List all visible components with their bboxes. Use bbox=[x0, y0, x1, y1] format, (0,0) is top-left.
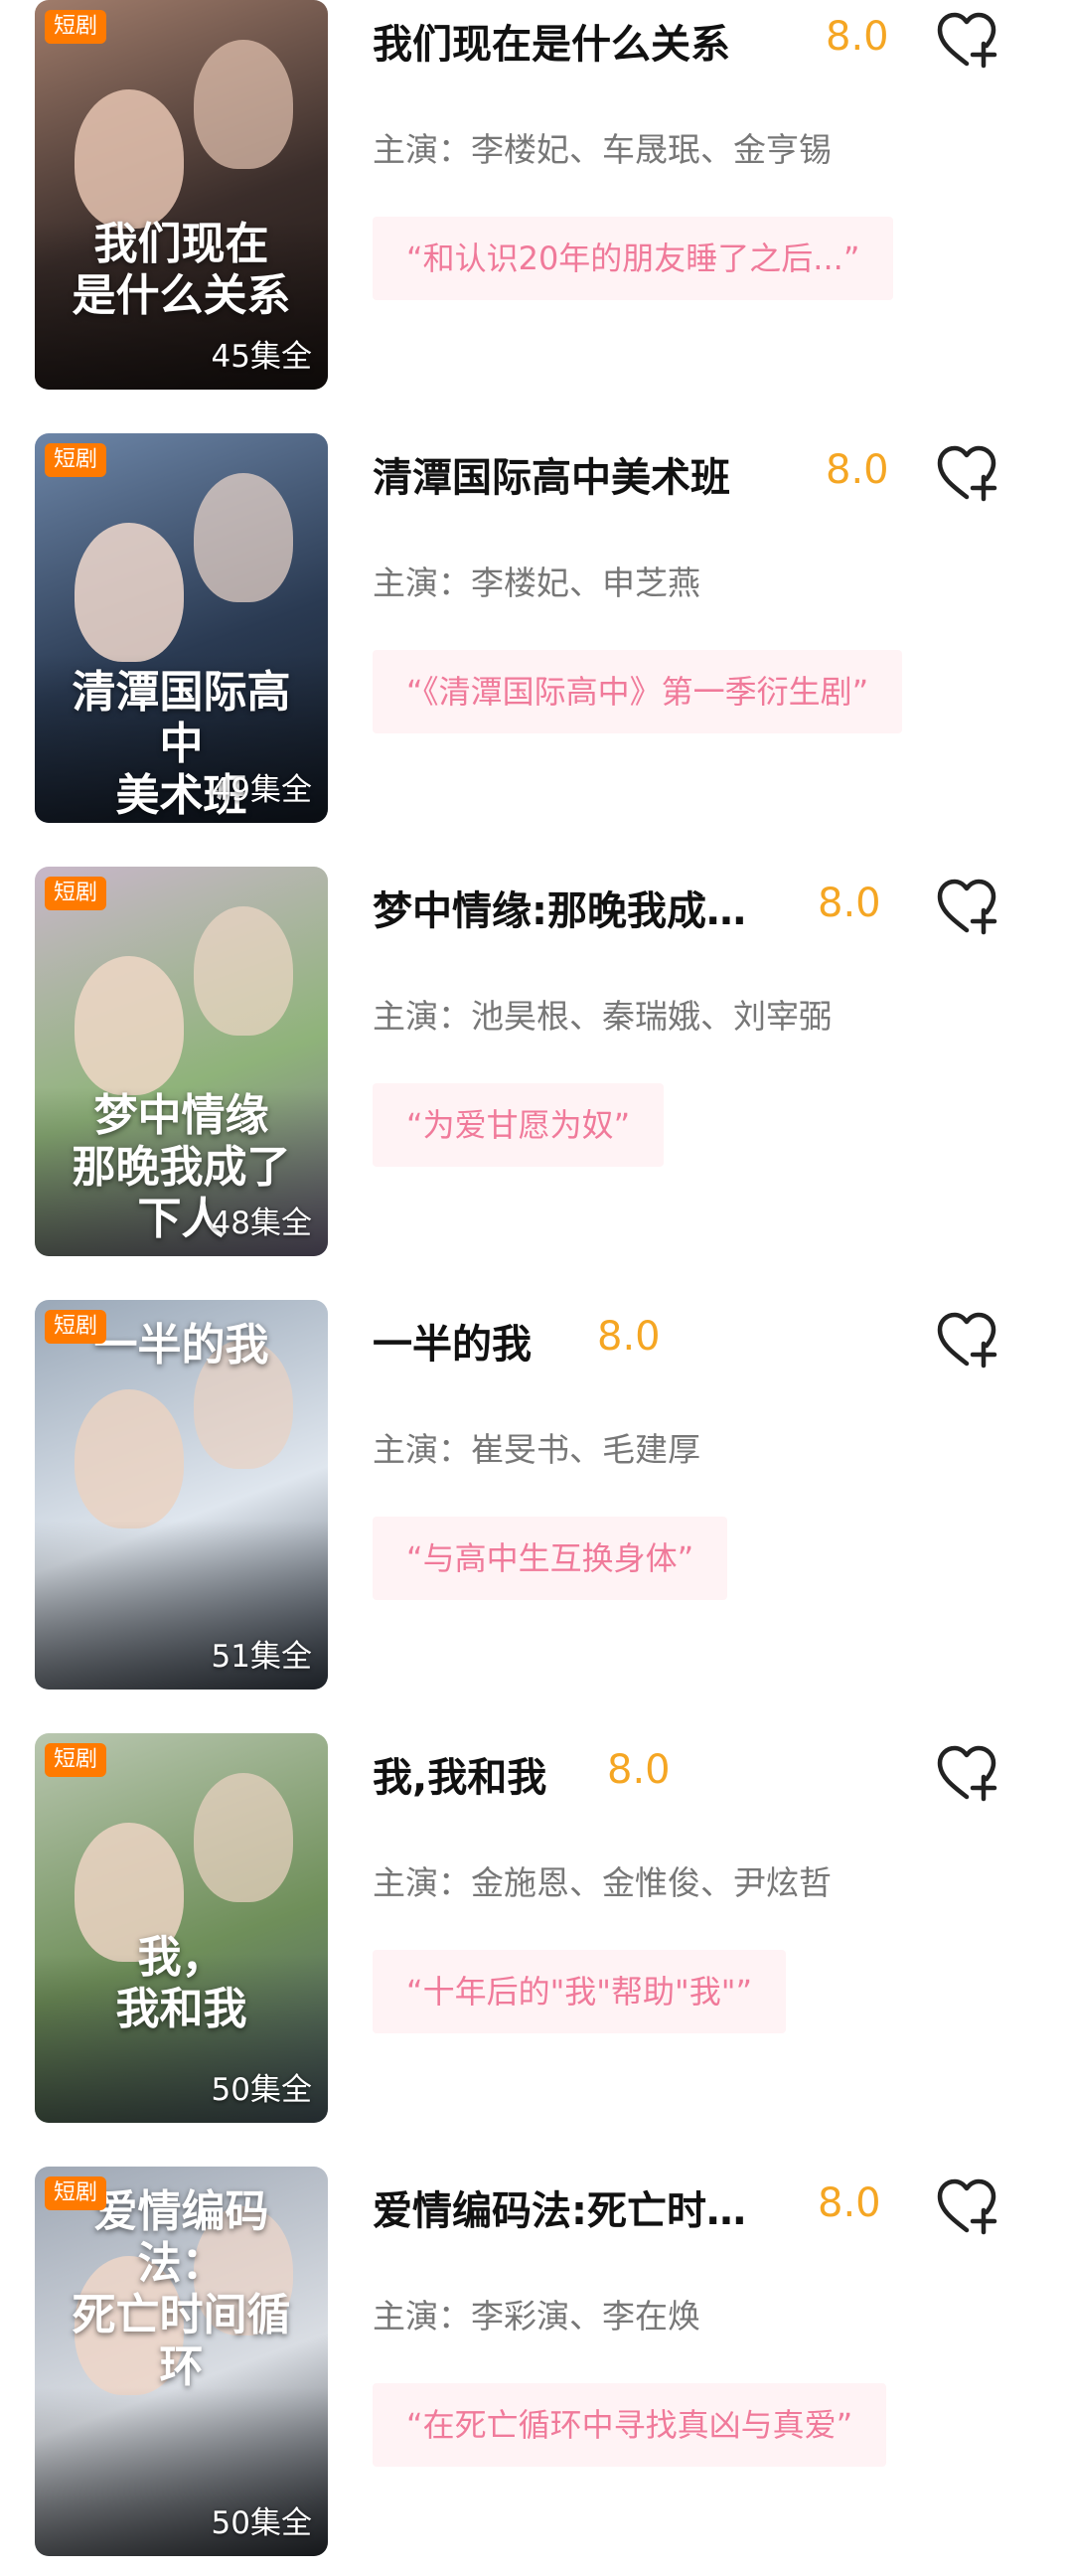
title-row: 一半的我 8.0 bbox=[373, 1300, 1008, 1377]
tagline-quote: “为爱甘愿为奴” bbox=[373, 1083, 665, 1167]
episode-count: 50集全 bbox=[211, 2505, 312, 2541]
poster-character bbox=[194, 473, 293, 602]
add-favorite-heart-icon[interactable] bbox=[934, 877, 999, 936]
poster-character bbox=[75, 89, 184, 229]
cast-text: 主演：李楼妃、申芝燕 bbox=[373, 564, 700, 602]
poster-character bbox=[75, 956, 184, 1095]
poster-character bbox=[194, 1773, 293, 1902]
drama-item[interactable]: 我们现在 是什么关系 短剧 45集全 我们现在是什么关系 8.0 主演：李楼妃、车晟珉、金… bbox=[0, 0, 1069, 390]
tagline-quote: “十年后的"我"帮助"我"” bbox=[373, 1950, 787, 2033]
add-favorite-heart-icon[interactable] bbox=[934, 1743, 999, 1803]
short-drama-badge: 短剧 bbox=[45, 877, 107, 910]
drama-score: 8.0 bbox=[818, 881, 881, 926]
poster-character bbox=[75, 523, 184, 662]
title-row: 我们现在是什么关系 8.0 bbox=[373, 0, 1008, 78]
episode-count: 50集全 bbox=[211, 2072, 312, 2108]
cast-text: 主演：李彩演、李在焕 bbox=[373, 2297, 700, 2335]
drama-title[interactable]: 一半的我 bbox=[373, 1312, 561, 1369]
episode-count: 45集全 bbox=[211, 339, 312, 375]
drama-title[interactable]: 清潭国际高中美术班 bbox=[373, 445, 790, 503]
short-drama-badge: 短剧 bbox=[45, 1310, 107, 1344]
poster-character bbox=[75, 1389, 184, 1529]
tagline-quote: “和认识20年的朋友睡了之后...” bbox=[373, 217, 894, 300]
poster-character bbox=[194, 906, 293, 1036]
poster-title-art: 爱情编码法： 死亡时间循环 bbox=[72, 2186, 291, 2392]
poster-title-art: 我， 我和我 bbox=[115, 1932, 247, 2034]
drama-item[interactable]: 梦中情缘 那晚我成了下人 短剧 48集全 梦中情缘:那晚我成… 8.0 主演：池昊根、秦瑞… bbox=[0, 867, 1069, 1256]
cast-text: 主演：李楼妃、车晟珉、金亨锡 bbox=[373, 130, 832, 169]
drama-title[interactable]: 梦中情缘:那晚我成… bbox=[373, 879, 782, 936]
drama-score: 8.0 bbox=[597, 1314, 661, 1360]
title-row: 梦中情缘:那晚我成… 8.0 bbox=[373, 867, 1008, 944]
drama-score: 8.0 bbox=[607, 1747, 671, 1793]
add-favorite-heart-icon[interactable] bbox=[934, 443, 999, 503]
episode-count: 51集全 bbox=[211, 1639, 312, 1675]
short-drama-badge: 短剧 bbox=[45, 443, 107, 477]
title-row: 清潭国际高中美术班 8.0 bbox=[373, 433, 1008, 511]
drama-poster[interactable]: 我们现在 是什么关系 短剧 45集全 bbox=[35, 0, 328, 390]
short-drama-badge: 短剧 bbox=[45, 10, 107, 44]
drama-poster[interactable]: 爱情编码法： 死亡时间循环 短剧 50集全 bbox=[35, 2167, 328, 2556]
poster-character bbox=[194, 40, 293, 169]
drama-poster[interactable]: 一半的我 短剧 51集全 bbox=[35, 1300, 328, 1690]
cast-text: 主演：崔旻书、毛建厚 bbox=[373, 1430, 700, 1469]
cast-text: 主演：金施恩、金惟俊、尹炫哲 bbox=[373, 1863, 832, 1902]
drama-poster[interactable]: 我， 我和我 短剧 50集全 bbox=[35, 1733, 328, 2123]
short-drama-badge: 短剧 bbox=[45, 1743, 107, 1777]
drama-score: 8.0 bbox=[826, 14, 889, 60]
drama-item[interactable]: 清潭国际高中 美术班 短剧 49集全 清潭国际高中美术班 8.0 主演：李楼妃、申芝燕 “《… bbox=[0, 433, 1069, 823]
drama-title[interactable]: 我们现在是什么关系 bbox=[373, 12, 790, 70]
add-favorite-heart-icon[interactable] bbox=[934, 2176, 999, 2236]
drama-poster[interactable]: 梦中情缘 那晚我成了下人 短剧 48集全 bbox=[35, 867, 328, 1256]
title-row: 爱情编码法:死亡时… 8.0 bbox=[373, 2167, 1008, 2244]
drama-score: 8.0 bbox=[818, 2180, 881, 2226]
tagline-quote: “在死亡循环中寻找真凶与真爱” bbox=[373, 2383, 887, 2467]
drama-title[interactable]: 我,我和我 bbox=[373, 1745, 571, 1803]
short-drama-badge: 短剧 bbox=[45, 2176, 107, 2210]
tagline-quote: “与高中生互换身体” bbox=[373, 1517, 728, 1600]
add-favorite-heart-icon[interactable] bbox=[934, 10, 999, 70]
tagline-quote: “《清潭国际高中》第一季衍生剧” bbox=[373, 650, 903, 733]
add-favorite-heart-icon[interactable] bbox=[934, 1310, 999, 1369]
drama-poster[interactable]: 清潭国际高中 美术班 短剧 49集全 bbox=[35, 433, 328, 823]
drama-item[interactable]: 一半的我 短剧 51集全 一半的我 8.0 主演：崔旻书、毛建厚 “与高中生互换身体” bbox=[0, 1300, 1069, 1690]
poster-title-art: 我们现在 是什么关系 bbox=[72, 219, 291, 321]
drama-score: 8.0 bbox=[826, 447, 889, 493]
drama-title[interactable]: 爱情编码法:死亡时… bbox=[373, 2178, 782, 2236]
title-row: 我,我和我 8.0 bbox=[373, 1733, 1008, 1811]
drama-item[interactable]: 爱情编码法： 死亡时间循环 短剧 50集全 爱情编码法:死亡时… 8.0 主演：李彩演、李… bbox=[0, 2167, 1069, 2556]
cast-text: 主演：池昊根、秦瑞娥、刘宰弼 bbox=[373, 997, 832, 1036]
episode-count: 48集全 bbox=[211, 1206, 312, 1241]
drama-item[interactable]: 我， 我和我 短剧 50集全 我,我和我 8.0 主演：金施恩、金惟俊、尹炫哲 “十年后的"… bbox=[0, 1733, 1069, 2123]
episode-count: 49集全 bbox=[211, 772, 312, 808]
